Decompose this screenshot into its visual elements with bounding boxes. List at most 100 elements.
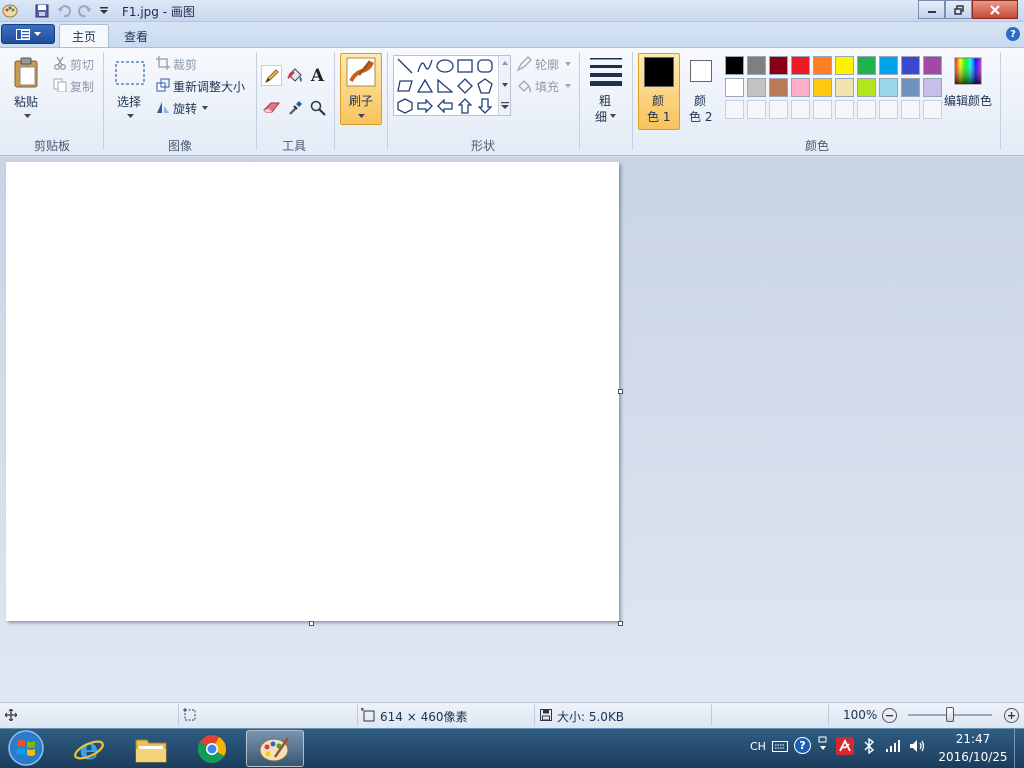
expand-gallery-icon[interactable] (501, 102, 509, 109)
custom-color-slot[interactable] (922, 99, 942, 119)
paint-menu-button[interactable] (1, 24, 55, 44)
resize-handle-right[interactable] (618, 389, 623, 394)
start-button[interactable] (6, 729, 46, 767)
drawing-canvas[interactable] (6, 162, 619, 621)
select-button[interactable]: 选择 (117, 93, 141, 110)
up-arrow-shape-icon[interactable] (456, 97, 474, 115)
cut-button[interactable]: 剪切 (70, 56, 94, 73)
rounded-rectangle-shape-icon[interactable] (476, 57, 494, 75)
outline-dropdown-icon[interactable] (565, 62, 571, 66)
taskbar-paint-button[interactable] (246, 730, 304, 767)
select-icon[interactable] (113, 58, 147, 88)
palette-color-swatch[interactable] (768, 55, 788, 75)
paste-dropdown-icon[interactable] (24, 114, 31, 118)
select-dropdown-icon[interactable] (127, 114, 134, 118)
zoom-out-icon[interactable] (882, 708, 897, 723)
rotate-button[interactable]: 旋转 (173, 100, 197, 117)
palette-color-swatch[interactable] (878, 55, 898, 75)
redo-icon[interactable] (76, 2, 94, 20)
color-picker-icon[interactable] (284, 97, 305, 118)
show-hidden-icons[interactable] (817, 736, 829, 756)
line-shape-icon[interactable] (396, 57, 414, 75)
save-icon[interactable] (33, 2, 51, 20)
clock-date[interactable]: 2016/10/25 (937, 750, 1009, 764)
close-button[interactable] (972, 0, 1018, 19)
edit-colors-button[interactable]: 编辑颜色 (944, 92, 992, 109)
paint-app-icon[interactable] (1, 2, 19, 20)
hexagon-shape-icon[interactable] (396, 97, 414, 115)
bluetooth-icon[interactable] (862, 738, 876, 754)
right-arrow-shape-icon[interactable] (416, 97, 434, 115)
palette-color-swatch[interactable] (922, 55, 942, 75)
maximize-button[interactable] (945, 0, 972, 19)
palette-color-swatch[interactable] (834, 77, 854, 97)
right-triangle-shape-icon[interactable] (436, 77, 454, 95)
zoom-in-icon[interactable] (1004, 708, 1019, 723)
palette-color-swatch[interactable] (746, 55, 766, 75)
palette-color-swatch[interactable] (856, 55, 876, 75)
fill-bucket-icon[interactable] (284, 65, 305, 86)
palette-color-swatch[interactable] (922, 77, 942, 97)
scroll-down-icon[interactable] (502, 83, 508, 87)
copy-button[interactable]: 复制 (70, 78, 94, 95)
palette-color-swatch[interactable] (724, 55, 744, 75)
paste-button[interactable]: 粘贴 (14, 93, 38, 110)
pentagon-shape-icon[interactable] (476, 77, 494, 95)
custom-color-slot[interactable] (746, 99, 766, 119)
scroll-up-icon[interactable] (502, 61, 508, 65)
zoom-slider-thumb[interactable] (946, 707, 954, 722)
size-icon[interactable] (589, 56, 623, 86)
palette-color-swatch[interactable] (790, 55, 810, 75)
palette-color-swatch[interactable] (746, 77, 766, 97)
help-tray-icon[interactable]: ? (794, 737, 811, 754)
palette-color-swatch[interactable] (724, 77, 744, 97)
crop-button[interactable]: 裁剪 (173, 56, 197, 73)
taskbar-chrome-button[interactable] (183, 730, 241, 767)
custom-color-slot[interactable] (812, 99, 832, 119)
palette-color-swatch[interactable] (878, 77, 898, 97)
taskbar-explorer-button[interactable] (122, 730, 180, 767)
pencil-icon[interactable] (261, 65, 282, 86)
oval-shape-icon[interactable] (436, 57, 454, 75)
resize-button[interactable]: 重新调整大小 (173, 78, 245, 95)
shapes-scrollbar[interactable] (498, 56, 510, 115)
curve-shape-icon[interactable] (416, 57, 434, 75)
diamond-shape-icon[interactable] (456, 77, 474, 95)
palette-color-swatch[interactable] (812, 77, 832, 97)
palette-color-swatch[interactable] (834, 55, 854, 75)
language-indicator[interactable]: CH (750, 740, 766, 753)
palette-color-swatch[interactable] (856, 77, 876, 97)
network-icon[interactable] (884, 738, 902, 754)
tab-home[interactable]: 主页 (59, 24, 110, 48)
customize-toolbar-icon[interactable] (95, 2, 113, 20)
undo-icon[interactable] (55, 2, 73, 20)
custom-color-slot[interactable] (834, 99, 854, 119)
text-icon[interactable]: A (307, 65, 328, 86)
resize-handle-corner[interactable] (618, 621, 623, 626)
left-arrow-shape-icon[interactable] (436, 97, 454, 115)
show-desktop-button[interactable] (1014, 729, 1024, 768)
magnifier-icon[interactable] (307, 97, 328, 118)
custom-color-slot[interactable] (900, 99, 920, 119)
size-dropdown-icon[interactable] (610, 114, 616, 118)
polygon-shape-icon[interactable] (396, 77, 414, 95)
fill-dropdown-icon[interactable] (565, 84, 571, 88)
volume-icon[interactable] (908, 738, 928, 754)
palette-color-swatch[interactable] (900, 77, 920, 97)
resize-handle-bottom[interactable] (309, 621, 314, 626)
edit-colors-icon[interactable] (953, 56, 983, 86)
custom-color-slot[interactable] (790, 99, 810, 119)
custom-color-slot[interactable] (856, 99, 876, 119)
palette-color-swatch[interactable] (900, 55, 920, 75)
eraser-icon[interactable] (261, 97, 282, 118)
custom-color-slot[interactable] (878, 99, 898, 119)
fill-button[interactable]: 填充 (535, 78, 559, 95)
rectangle-shape-icon[interactable] (456, 57, 474, 75)
triangle-shape-icon[interactable] (416, 77, 434, 95)
palette-color-swatch[interactable] (812, 55, 832, 75)
keyboard-icon[interactable] (772, 738, 788, 754)
paste-icon[interactable] (10, 56, 44, 90)
help-icon[interactable]: ? (1006, 27, 1020, 41)
palette-color-swatch[interactable] (768, 77, 788, 97)
custom-color-slot[interactable] (724, 99, 744, 119)
